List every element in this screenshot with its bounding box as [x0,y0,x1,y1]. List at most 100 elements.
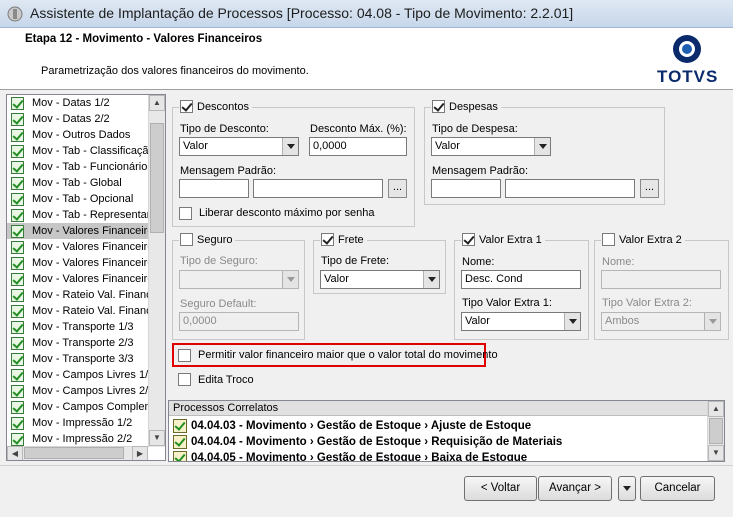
cancel-button[interactable]: Cancelar [640,476,715,501]
despesa-mensagem-codigo-input[interactable] [431,179,501,198]
hscroll-thumb[interactable] [24,447,124,459]
step-item-label: Mov - Campos Livres 1/2 [32,369,150,381]
scroll-down-icon[interactable]: ▼ [708,445,724,461]
chevron-down-icon[interactable] [534,138,550,155]
despesa-mensagem-texto-input[interactable] [505,179,635,198]
step-item[interactable]: Mov - Datas 1/2 [7,95,150,111]
seguro-default-label: Seguro Default: [180,298,257,310]
seguro-checkbox[interactable] [180,233,193,246]
scroll-thumb[interactable] [709,418,723,444]
completed-check-icon [11,177,24,190]
step-item[interactable]: Mov - Campos Livres 2/2 [7,383,150,399]
steps-horizontal-scrollbar[interactable]: ◀ ▶ [7,446,148,460]
step-item[interactable]: Mov - Valores Financeiros [7,255,150,271]
extra1-nome-input[interactable]: Desc. Cond [461,270,581,289]
liberar-desconto-checkbox[interactable] [179,207,192,220]
step-item[interactable]: Mov - Tab - Classificação [7,143,150,159]
step-item-label: Mov - Tab - Opcional [32,193,134,205]
next-dropdown-button[interactable] [618,476,636,501]
step-item[interactable]: Mov - Campos Livres 1/2 [7,367,150,383]
chevron-down-icon[interactable] [282,271,298,288]
chevron-down-icon[interactable] [423,271,439,288]
correlato-row[interactable]: 04.04.03 - Movimento › Gestão de Estoque… [173,418,531,434]
completed-check-icon [11,321,24,334]
valor-extra-2-checkbox[interactable] [602,233,615,246]
frete-checkbox[interactable] [321,233,334,246]
tipo-seguro-select[interactable] [179,270,299,289]
scroll-up-icon[interactable]: ▲ [149,95,165,111]
extra2-tipo-label: Tipo Valor Extra 2: [602,297,692,309]
step-item[interactable]: Mov - Transporte 2/3 [7,335,150,351]
steps-list[interactable]: Mov - Datas 1/2 Mov - Datas 2/2 Mov - Outr… [6,94,166,461]
step-item[interactable]: Mov - Rateio Val. Financeiro [7,303,150,319]
despesa-mensagem-lookup-button[interactable]: ... [640,179,659,198]
step-item[interactable]: Mov - Valores Financeiros [7,239,150,255]
completed-check-icon [11,401,24,414]
tipo-frete-select[interactable]: Valor [320,270,440,289]
step-item[interactable]: Mov - Impressão 1/2 [7,415,150,431]
edita-troco-checkbox[interactable] [178,373,191,386]
permitir-valor-maior-checkbox[interactable] [178,349,191,362]
step-item[interactable]: Mov - Transporte 3/3 [7,351,150,367]
tipo-frete-label: Tipo de Frete: [321,255,390,267]
scroll-left-icon[interactable]: ◀ [7,446,23,460]
extra1-tipo-select[interactable]: Valor [461,312,581,331]
footer-separator [0,465,733,466]
step-item[interactable]: Mov - Campos Complementares [7,399,150,415]
completed-check-icon [11,273,24,286]
back-button[interactable]: < Voltar [464,476,537,501]
scroll-right-icon[interactable]: ▶ [132,446,148,460]
completed-check-icon [11,145,24,158]
step-item[interactable]: Mov - Outros Dados [7,127,150,143]
step-item[interactable]: Mov - Valores Financeiros [7,271,150,287]
step-item[interactable]: Mov - Impressão 2/2 [7,431,150,447]
completed-check-icon [11,209,24,222]
tipo-desconto-select[interactable]: Valor [179,137,299,156]
logo-text: TOTVS [657,67,719,86]
mensagem-texto-input[interactable] [253,179,383,198]
steps-vertical-scrollbar[interactable]: ▲ ▼ [148,95,165,447]
completed-check-icon [11,305,24,318]
step-item-label: Mov - Rateio Val. Financeiro [32,305,150,317]
step-item[interactable]: Mov - Rateio Val. Financeiro [7,287,150,303]
step-item-label: Mov - Transporte 1/3 [32,321,134,333]
correlato-row[interactable]: 04.04.04 - Movimento › Gestão de Estoque… [173,434,562,450]
frete-legend: Frete [320,232,367,248]
mensagem-lookup-button[interactable]: ... [388,179,407,198]
step-item[interactable]: Mov - Tab - Funcionário [7,159,150,175]
chevron-down-icon[interactable] [704,313,720,330]
valor-extra-1-checkbox[interactable] [462,233,475,246]
step-item[interactable]: Mov - Tab - Global [7,175,150,191]
descontos-checkbox[interactable] [180,100,193,113]
step-item[interactable]: Mov - Tab - Representante [7,207,150,223]
group-valor-extra-1: Valor Extra 1 Nome: Desc. Cond Tipo Valo… [454,232,589,340]
scroll-up-icon[interactable]: ▲ [708,401,724,417]
chevron-down-icon[interactable] [564,313,580,330]
step-item-label: Mov - Tab - Funcionário [32,161,148,173]
step-item[interactable]: Mov - Datas 2/2 [7,111,150,127]
extra2-nome-input[interactable] [601,270,721,289]
despesas-checkbox[interactable] [432,100,445,113]
correlatos-header: Processos Correlatos [169,401,708,416]
valor-extra-2-legend: Valor Extra 2 [601,232,685,248]
correlatos-scrollbar[interactable]: ▲ ▼ [707,401,724,461]
next-button[interactable]: Avançar > [538,476,612,501]
seguro-default-input[interactable]: 0,0000 [179,312,299,331]
step-item-label: Mov - Transporte 3/3 [32,353,134,365]
group-valor-extra-2: Valor Extra 2 Nome: Tipo Valor Extra 2: … [594,232,729,340]
step-item[interactable]: Mov - Transporte 1/3 [7,319,150,335]
scroll-down-icon[interactable]: ▼ [149,430,165,446]
extra2-tipo-select[interactable]: Ambos [601,312,721,331]
scroll-thumb[interactable] [150,123,164,233]
step-item[interactable]: Mov - Valores Financeiros [7,223,150,239]
processos-correlatos-list[interactable]: Processos Correlatos 04.04.03 - Moviment… [168,400,725,462]
tipo-despesa-select[interactable]: Valor [431,137,551,156]
mensagem-codigo-input[interactable] [179,179,249,198]
correlato-row[interactable]: 04.04.05 - Movimento › Gestão de Estoque… [173,450,527,461]
chevron-down-icon[interactable] [282,138,298,155]
desconto-max-input[interactable]: 0,0000 [309,137,407,156]
step-item[interactable]: Mov - Tab - Opcional [7,191,150,207]
completed-check-icon [11,113,24,126]
completed-check-icon [11,289,24,302]
tipo-seguro-label: Tipo de Seguro: [180,255,258,267]
